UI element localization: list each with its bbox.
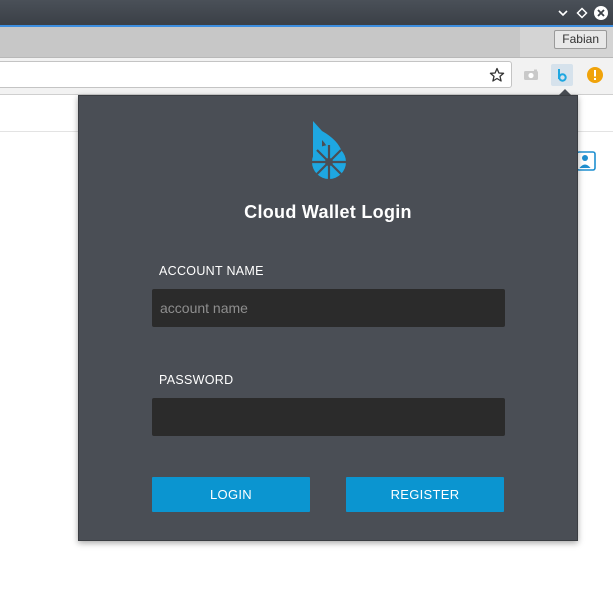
cloud-wallet-login-popup: Cloud Wallet Login ACCOUNT NAME PASSWORD…	[78, 95, 578, 541]
star-icon[interactable]	[489, 67, 505, 83]
password-input[interactable]	[152, 398, 505, 436]
browser-tab[interactable]	[0, 27, 520, 57]
tab-strip: Fabian	[0, 27, 613, 58]
browser-toolbar	[0, 58, 613, 95]
address-bar[interactable]	[0, 61, 512, 88]
account-name-label: ACCOUNT NAME	[159, 264, 264, 278]
minimize-button[interactable]	[555, 5, 571, 21]
popup-title: Cloud Wallet Login	[244, 202, 412, 222]
account-name-input[interactable]	[152, 289, 505, 327]
warning-extension-button[interactable]	[584, 64, 606, 86]
bitshares-extension-button[interactable]	[551, 64, 573, 86]
profile-button[interactable]: Fabian	[554, 30, 607, 49]
bitshares-logo-icon	[312, 121, 346, 179]
password-label: PASSWORD	[159, 373, 234, 387]
bitshares-extension-icon	[558, 69, 567, 82]
close-button[interactable]	[593, 5, 609, 21]
register-button[interactable]: REGISTER	[346, 477, 504, 512]
camera-extension-icon	[524, 69, 538, 80]
camera-extension-button[interactable]	[520, 64, 542, 86]
close-icon	[594, 6, 608, 20]
window-titlebar	[0, 0, 613, 26]
chevron-down-icon	[558, 10, 568, 17]
maximize-button[interactable]	[574, 5, 590, 21]
diamond-icon	[576, 7, 588, 19]
login-button[interactable]: LOGIN	[152, 477, 310, 512]
warning-icon	[587, 67, 603, 83]
user-support-icon[interactable]	[576, 151, 596, 171]
